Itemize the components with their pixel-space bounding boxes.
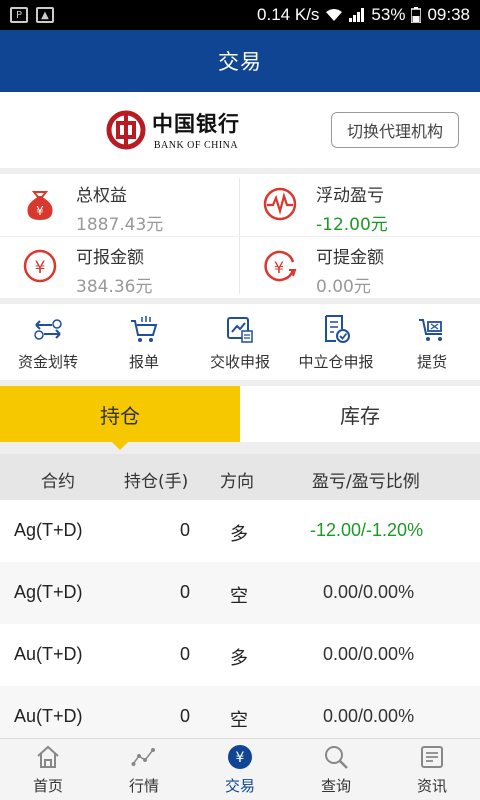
nav-query[interactable]: 查询: [288, 739, 384, 800]
bottom-nav: 首页 行情 ¥ 交易 查询 资讯: [0, 738, 480, 800]
nav-home[interactable]: 首页: [0, 739, 96, 800]
account-stats: ¥ 总权益 1887.43元 浮动盈亏 -12.00元 ¥ 可报金额 384.3…: [0, 174, 480, 298]
cell-contract: Au(T+D): [14, 706, 83, 726]
svg-text:¥: ¥: [236, 750, 245, 766]
holdings-table-body: Ag(T+D) 0 多 -12.00/-1.20% Ag(T+D) 0 空 0.…: [0, 500, 480, 748]
stat-label: 可提金额: [316, 248, 384, 268]
action-label: 交收申报: [209, 353, 270, 371]
notification-p-icon: P: [10, 7, 28, 23]
battery-icon: [411, 7, 422, 23]
nav-news[interactable]: 资讯: [384, 739, 480, 800]
switch-agency-button[interactable]: 切换代理机构: [331, 112, 459, 148]
action-label: 报单: [128, 353, 159, 371]
cell-direction: 多: [230, 524, 248, 545]
money-bag-icon: ¥: [27, 191, 53, 220]
pulse-icon: [263, 187, 297, 221]
stat-value: -12.00元: [316, 215, 388, 235]
yen-refresh-icon: ¥: [264, 250, 297, 282]
nav-market[interactable]: 行情: [96, 739, 192, 800]
action-label: 中立仓申报: [298, 353, 374, 371]
stat-label: 总权益: [76, 186, 127, 206]
wifi-icon: [326, 9, 343, 21]
network-speed: 0.14 K/s: [257, 5, 320, 24]
svg-text:¥: ¥: [274, 258, 284, 277]
home-icon: [37, 745, 59, 768]
signal-icon: [349, 8, 365, 22]
stat-withdrawable-amount: ¥ 可提金额 0.00元: [240, 236, 480, 298]
delivery-cart-icon: [419, 319, 442, 341]
action-label: 资金划转: [17, 353, 78, 371]
stat-value: 1887.43元: [76, 215, 164, 235]
action-label: 提货: [416, 353, 447, 371]
battery-level: 53%: [371, 5, 406, 24]
table-row[interactable]: Au(T+D) 0 多 0.00/0.00%: [0, 624, 480, 686]
cell-direction: 空: [230, 710, 248, 731]
action-neutral-position-declaration[interactable]: 中立仓申报: [288, 304, 384, 380]
yen-circle-icon: ¥: [23, 249, 57, 283]
stat-floating-pnl: 浮动盈亏 -12.00元: [240, 174, 480, 236]
stat-label: 可报金额: [76, 248, 144, 268]
bank-name-cn: 中国银行: [152, 111, 240, 136]
column-header-direction: 方向: [220, 472, 254, 492]
cell-pnl: 0.00/0.00%: [323, 706, 415, 726]
stat-total-equity: ¥ 总权益 1887.43元: [0, 174, 240, 236]
nav-trade[interactable]: ¥ 交易: [192, 739, 288, 800]
cell-pnl: 0.00/0.00%: [323, 582, 415, 602]
clock: 09:38: [427, 5, 470, 24]
bank-logo: 中国银行 BANK OF CHINA: [106, 108, 240, 151]
cell-position: 0: [180, 582, 191, 602]
stat-value: 0.00元: [316, 277, 371, 297]
yen-badge-icon: ¥: [228, 745, 252, 769]
svg-text:¥: ¥: [35, 258, 46, 278]
cell-contract: Ag(T+D): [14, 582, 83, 602]
cell-pnl: 0.00/0.00%: [323, 644, 415, 664]
action-place-order[interactable]: 报单: [96, 304, 192, 380]
nav-label: 行情: [128, 777, 159, 795]
stat-label: 浮动盈亏: [316, 186, 384, 206]
column-header-contract: 合约: [41, 472, 75, 492]
news-icon: [421, 746, 443, 768]
chart-doc-icon: [227, 317, 253, 343]
cell-contract: Au(T+D): [14, 644, 83, 664]
column-header-position: 持仓(手): [124, 472, 189, 492]
cell-direction: 空: [230, 586, 248, 607]
search-icon: [325, 746, 348, 769]
action-delivery-declaration[interactable]: 交收申报: [192, 304, 288, 380]
tab-holdings[interactable]: 持仓: [0, 386, 240, 450]
stat-reportable-amount: ¥ 可报金额 384.36元: [0, 236, 240, 298]
transfer-icon: [34, 319, 62, 340]
holdings-tabs: 持仓 库存: [0, 386, 480, 450]
holdings-table-header: 合约 持仓(手) 方向 盈亏/盈亏比例: [0, 454, 480, 500]
svg-text:¥: ¥: [36, 204, 44, 218]
cell-direction: 多: [230, 648, 248, 669]
tab-inventory[interactable]: 库存: [240, 386, 480, 442]
cell-pnl: -12.00/-1.20%: [310, 520, 424, 540]
bank-row: 中国银行 BANK OF CHINA 切换代理机构: [0, 92, 480, 168]
action-fund-transfer[interactable]: 资金划转: [0, 304, 96, 380]
cell-contract: Ag(T+D): [14, 520, 83, 540]
cell-position: 0: [180, 520, 191, 540]
bank-name-en: BANK OF CHINA: [153, 140, 239, 151]
nav-label: 资讯: [416, 777, 447, 795]
quick-actions: 资金划转 报单 交收申报 中立仓申报 提货: [0, 304, 480, 380]
action-pickup[interactable]: 提货: [384, 304, 480, 380]
nav-label: 首页: [32, 777, 63, 795]
column-header-pnl: 盈亏/盈亏比例: [312, 472, 420, 492]
image-notification-icon: ▲: [36, 7, 54, 23]
line-chart-icon: [131, 748, 155, 766]
table-row[interactable]: Ag(T+D) 0 多 -12.00/-1.20%: [0, 500, 480, 562]
stat-value: 384.36元: [76, 277, 153, 297]
nav-label: 查询: [320, 777, 351, 795]
doc-check-icon: [325, 315, 350, 343]
page-title: 交易: [218, 50, 262, 74]
table-row[interactable]: Ag(T+D) 0 空 0.00/0.00%: [0, 562, 480, 624]
status-bar: P ▲ 0.14 K/s 53% 09:38: [0, 0, 480, 30]
cell-position: 0: [180, 706, 191, 726]
title-bar: 交易: [0, 30, 480, 92]
cart-icon: [131, 316, 158, 342]
nav-label: 交易: [224, 777, 255, 795]
cell-position: 0: [180, 644, 191, 664]
boc-logo-icon: [106, 110, 146, 149]
